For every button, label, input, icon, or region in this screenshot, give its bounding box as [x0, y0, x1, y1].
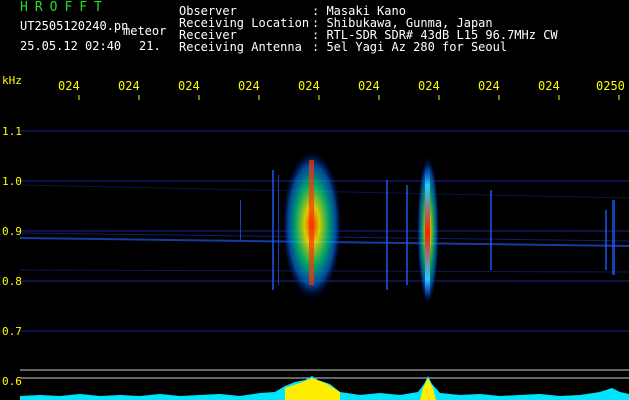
minute-label: 0250 [596, 79, 625, 93]
ytick-label: 1.1 [2, 125, 22, 138]
ytick-label: 0.8 [2, 275, 22, 288]
minute-label: 024 [418, 79, 440, 93]
minute-label: 024 [178, 79, 200, 93]
extra-label: 21. [139, 39, 161, 53]
ytick-label: 0.7 [2, 325, 22, 338]
minute-label: 024 [298, 79, 320, 93]
minute-label: 024 [238, 79, 260, 93]
minute-label: 024 [538, 79, 560, 93]
datetime-label: 25.05.12 02:40 [20, 39, 122, 53]
minute-label: 024 [118, 79, 140, 93]
minute-label: 024 [58, 79, 80, 93]
tag-label: meteor [123, 24, 167, 38]
ytick-label: 1.0 [2, 175, 22, 188]
ytick-label: 0.6 [2, 375, 22, 388]
meteor-echo-narrow [417, 155, 439, 305]
app-brand: HROFFT [20, 0, 109, 15]
axis-unit-label: kHz [2, 74, 22, 87]
spectrogram-plot [19, 95, 629, 400]
meteor-echo-large [282, 150, 342, 300]
field-label-antenna: Receiving Antenna [179, 40, 302, 54]
field-value-antenna: : 5el Yagi Az 280 for Seoul [312, 40, 508, 54]
filename-label: UT2505120240.pn [20, 19, 129, 33]
minute-label: 024 [478, 79, 500, 93]
signal-peak-fill [285, 378, 340, 400]
ytick-label: 0.9 [2, 225, 22, 238]
minute-label: 024 [358, 79, 380, 93]
minute-ticks [78, 95, 620, 100]
